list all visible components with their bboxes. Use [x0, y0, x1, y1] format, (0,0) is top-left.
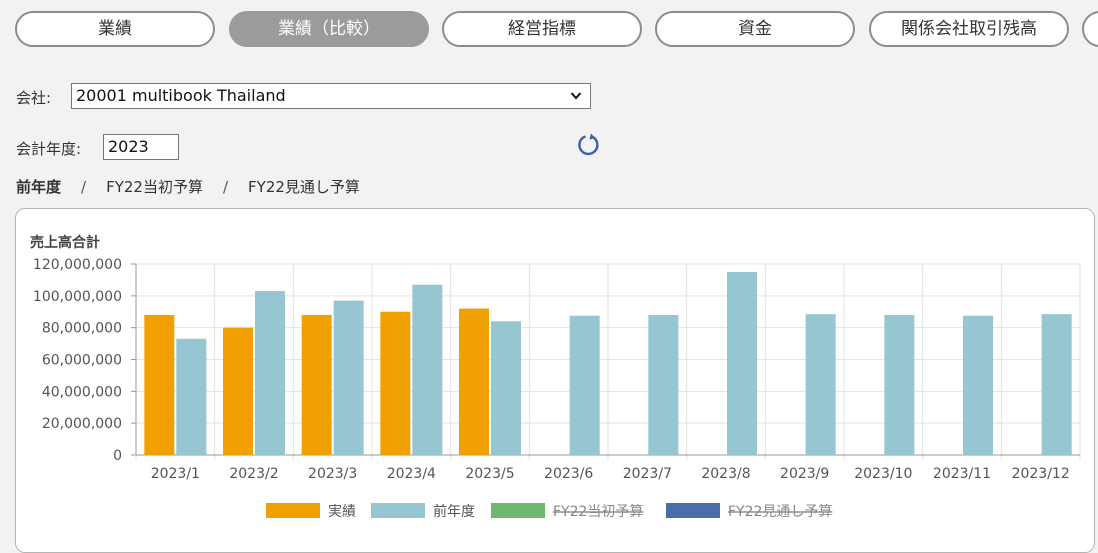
legend-label: FY22見通し予算 — [728, 504, 832, 520]
y-tick-label: 40,000,000 — [42, 384, 122, 400]
fiscal-year-label: 会計年度: — [16, 140, 82, 158]
x-tick-label: 2023/1 — [151, 466, 200, 482]
legend-swatch — [666, 503, 720, 518]
y-tick-label: 120,000,000 — [33, 257, 122, 273]
chevron-down-icon — [570, 84, 582, 116]
bar-prev-year — [176, 338, 207, 455]
company-label: 会社: — [16, 89, 52, 107]
legend-swatch — [266, 503, 320, 518]
legend-swatch — [491, 503, 545, 518]
x-tick-label: 2023/6 — [544, 466, 593, 482]
compare-prev-year[interactable]: 前年度 — [16, 176, 61, 197]
x-tick-label: 2023/2 — [229, 466, 278, 482]
tab-affiliate-balances[interactable]: 関係会社取引残高 — [869, 11, 1069, 47]
bar-prev-year — [569, 315, 600, 455]
tab-performance[interactable]: 業績 — [15, 11, 215, 47]
y-tick-label: 60,000,000 — [42, 353, 122, 369]
legend-label: 実績 — [328, 504, 356, 520]
x-tick-label: 2023/9 — [780, 466, 829, 482]
x-tick-label: 2023/8 — [701, 466, 750, 482]
bar-actual — [144, 314, 175, 455]
x-tick-label: 2023/3 — [308, 466, 357, 482]
chart-title: 売上高合計 — [30, 234, 100, 251]
company-select[interactable]: 20001 multibook Thailand — [71, 83, 591, 109]
compare-budget-initial[interactable]: FY22当初予算 — [106, 176, 203, 197]
bar-prev-year — [412, 284, 443, 455]
y-tick-label: 80,000,000 — [42, 321, 122, 337]
compare-separator: / — [81, 178, 87, 196]
company-select-value: 20001 multibook Thailand — [76, 86, 286, 105]
x-tick-label: 2023/10 — [854, 466, 912, 482]
tab-management-indicators[interactable]: 経営指標 — [442, 11, 642, 47]
y-tick-label: 20,000,000 — [42, 416, 122, 432]
compare-selector: 前年度 / FY22当初予算 / FY22見通し予算 — [16, 176, 360, 197]
bar-actual — [223, 327, 253, 455]
x-tick-label: 2023/5 — [465, 466, 514, 482]
legend-swatch — [371, 503, 425, 518]
tab-funds[interactable]: 資金 — [655, 11, 855, 47]
fiscal-year-input[interactable]: 2023 — [103, 134, 179, 160]
bar-actual — [459, 308, 489, 455]
compare-separator: / — [222, 178, 229, 196]
compare-budget-forecast[interactable]: FY22見通し予算 — [248, 176, 360, 197]
y-tick-label: 0 — [113, 448, 122, 464]
x-tick-label: 2023/7 — [623, 466, 672, 482]
x-tick-label: 2023/4 — [387, 466, 436, 482]
bar-actual — [301, 314, 332, 455]
bar-prev-year — [491, 321, 521, 455]
y-tick-label: 100,000,000 — [33, 289, 122, 305]
bar-prev-year — [884, 314, 915, 455]
tab-more[interactable] — [1082, 11, 1098, 47]
bar-prev-year — [1041, 314, 1072, 455]
tab-performance-compare[interactable]: 業績（比較） — [229, 11, 429, 47]
bar-prev-year — [727, 271, 757, 455]
chart-panel: 売上高合計 0 20,000,000 40,000,000 60,000,000 80,0… — [15, 208, 1095, 553]
tab-bar: 業績 業績（比較） 経営指標 資金 関係会社取引残高 — [0, 0, 1098, 60]
sales-chart: 売上高合計 0 20,000,000 40,000,000 60,000,000 80,0… — [30, 234, 1081, 520]
bar-actual — [380, 311, 411, 455]
bar-prev-year — [648, 314, 679, 455]
x-tick-label: 2023/12 — [1012, 466, 1070, 482]
legend-label: 前年度 — [433, 503, 475, 520]
x-tick-label: 2023/11 — [933, 466, 991, 482]
bar-prev-year — [255, 291, 285, 455]
refresh-icon[interactable] — [574, 130, 604, 160]
bar-prev-year — [333, 300, 364, 455]
legend-label: FY22当初予算 — [553, 503, 643, 520]
bar-prev-year — [963, 315, 993, 455]
bar-prev-year — [805, 314, 836, 455]
